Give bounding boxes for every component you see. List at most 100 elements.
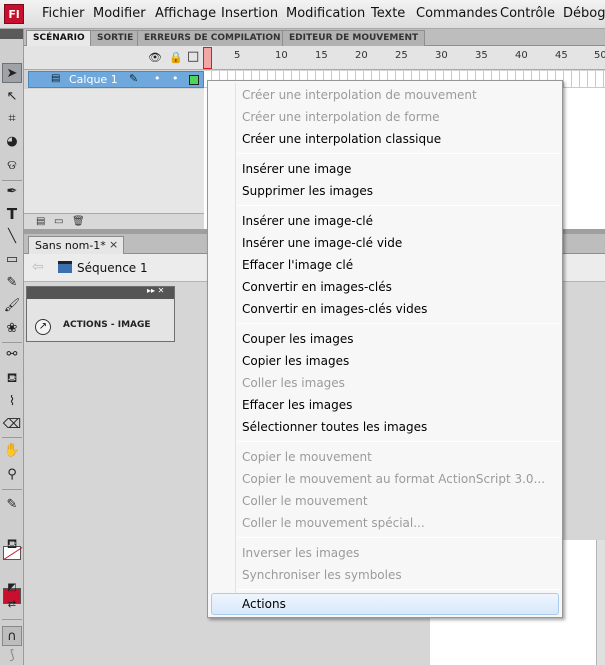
scene-name[interactable]: Séquence 1 xyxy=(77,261,148,275)
text-tool-icon[interactable]: T xyxy=(2,204,22,224)
ruler-tick-label: 30 xyxy=(435,50,448,61)
actions-panel: ▸▸ ✕ ↗ ACTIONS - IMAGE xyxy=(26,286,175,342)
stroke-color-pencil-icon: ✎ xyxy=(6,497,18,512)
outline-square-icon[interactable]: □ xyxy=(187,49,199,64)
selection-tool-icon[interactable]: ➤ xyxy=(2,63,22,83)
back-arrow-icon[interactable]: ⇦ xyxy=(32,259,44,275)
layer-outline-color[interactable] xyxy=(189,75,199,85)
menu-commandes[interactable]: Commandes xyxy=(416,6,498,21)
menu-separator xyxy=(237,205,560,206)
document-tab-label: Sans nom-1* xyxy=(35,239,106,252)
tab-sortie[interactable]: SORTIE xyxy=(90,30,141,46)
timeline-header: 👁 🔒 □ 1 5 10 15 20 25 30 35 40 45 50 xyxy=(24,46,605,70)
document-tab[interactable]: Sans nom-1* × xyxy=(28,236,124,254)
menu-item-copy-motion-as3: Copier le mouvement au format ActionScri… xyxy=(242,472,546,486)
app-logo: Fl xyxy=(4,4,24,24)
layer-name[interactable]: Calque 1 xyxy=(69,73,118,86)
toolbar-divider xyxy=(2,437,22,438)
actions-arrow-icon: ↗ xyxy=(35,319,51,335)
toolbar-divider xyxy=(2,180,22,181)
layers-list xyxy=(24,89,204,213)
menu-item-cut-frames[interactable]: Couper les images xyxy=(242,332,354,346)
menu-item-create-shape-tween: Créer une interpolation de forme xyxy=(242,110,440,124)
lock-icon[interactable]: 🔒 xyxy=(169,51,183,64)
menu-item-insert-blank-keyframe[interactable]: Insérer une image-clé vide xyxy=(242,236,402,250)
menu-modification[interactable]: Modification xyxy=(286,6,365,21)
layer-page-icon: ▤ xyxy=(51,73,61,84)
menu-item-remove-frames[interactable]: Supprimer les images xyxy=(242,184,373,198)
menu-separator xyxy=(237,323,560,324)
menu-item-synchronize-symbols: Synchroniser les symboles xyxy=(242,568,402,582)
ruler-tick-label: 50 xyxy=(594,50,605,61)
toolbar-divider xyxy=(2,619,22,620)
menu-item-paste-motion-special: Coller le mouvement spécial... xyxy=(242,516,425,530)
layer-visibility-dot[interactable]: • xyxy=(154,72,161,85)
swap-colors-icon[interactable]: ⇄ xyxy=(2,595,22,615)
menu-affichage[interactable]: Affichage xyxy=(155,6,216,21)
menu-item-create-classic-tween[interactable]: Créer une interpolation classique xyxy=(242,132,441,146)
actions-panel-header[interactable]: ▸▸ ✕ xyxy=(27,286,174,299)
eraser-tool-icon[interactable]: ⌫ xyxy=(2,415,22,435)
smooth-icon[interactable]: ⟆ xyxy=(2,646,22,665)
close-icon[interactable]: × xyxy=(109,238,118,251)
subselection-tool-icon[interactable]: ↖ xyxy=(2,87,22,107)
deco-tool-icon[interactable]: ❀ xyxy=(2,319,22,339)
menu-item-convert-to-keyframes[interactable]: Convertir en images-clés xyxy=(242,280,392,294)
eyedropper-tool-icon[interactable]: ⌇ xyxy=(2,392,22,412)
actions-panel-label[interactable]: ACTIONS - IMAGE xyxy=(63,320,151,330)
ruler-tick-label: 25 xyxy=(395,50,408,61)
menu-separator xyxy=(237,589,560,590)
show-hide-eye-icon[interactable]: 👁 xyxy=(148,51,162,64)
layer-lock-dot[interactable]: • xyxy=(172,72,179,85)
brush-tool-icon[interactable]: 🖌 xyxy=(2,296,22,316)
frame-context-menu: Créer une interpolation de mouvement Cré… xyxy=(207,80,563,618)
snap-magnet-icon[interactable]: ∩ xyxy=(2,626,22,646)
toolbar-divider xyxy=(2,489,22,490)
menu-separator xyxy=(237,537,560,538)
tab-editeur-mouvement[interactable]: EDITEUR DE MOUVEMENT xyxy=(282,30,426,46)
menu-debogage[interactable]: Débogu xyxy=(563,6,605,21)
menu-insertion[interactable]: Insertion xyxy=(221,6,278,21)
new-layer-icon[interactable]: ▤ xyxy=(36,216,45,227)
menu-item-paste-frames: Coller les images xyxy=(242,376,345,390)
tools-panel-header[interactable] xyxy=(0,29,23,39)
ruler-tick-label: 10 xyxy=(275,50,288,61)
paint-bucket-tool-icon[interactable]: ⛾ xyxy=(2,369,22,389)
scene-clapper-icon xyxy=(58,261,72,273)
delete-layer-icon[interactable]: 🗑 xyxy=(72,216,85,227)
menu-item-convert-to-blank-keyframes[interactable]: Convertir en images-clés vides xyxy=(242,302,427,316)
menu-item-clear-frames[interactable]: Effacer les images xyxy=(242,398,352,412)
tab-scenario[interactable]: SCÉNARIO xyxy=(26,30,92,46)
new-folder-icon[interactable]: ▭ xyxy=(54,216,63,227)
hand-tool-icon[interactable]: ✋ xyxy=(2,441,22,461)
rectangle-tool-icon[interactable]: ▭ xyxy=(2,250,22,270)
free-transform-tool-icon[interactable]: ⌗ xyxy=(2,109,22,129)
lasso-tool-icon[interactable]: ଡ xyxy=(2,156,22,176)
menu-item-actions[interactable]: Actions xyxy=(242,597,286,611)
menu-item-copy-frames[interactable]: Copier les images xyxy=(242,354,349,368)
pen-tool-icon[interactable]: ✒ xyxy=(2,182,22,202)
menu-controle[interactable]: Contrôle xyxy=(500,6,555,21)
layer-edit-pencil-icon: ✎ xyxy=(129,72,139,85)
layer-row[interactable]: ▤ Calque 1 ✎ • • xyxy=(28,71,204,88)
pencil-tool-icon[interactable]: ✎ xyxy=(2,273,22,293)
bone-tool-icon[interactable]: ⚯ xyxy=(2,345,22,365)
stage-scrollbar[interactable] xyxy=(596,540,605,665)
tab-erreurs-compilation[interactable]: ERREURS DE COMPILATION xyxy=(137,30,288,46)
3d-rotation-tool-icon[interactable]: ◕ xyxy=(2,132,22,152)
menu-item-select-all-frames[interactable]: Sélectionner toutes les images xyxy=(242,420,427,434)
menu-item-clear-keyframe[interactable]: Effacer l'image clé xyxy=(242,258,353,272)
menu-item-insert-frame[interactable]: Insérer une image xyxy=(242,162,351,176)
playhead[interactable] xyxy=(203,47,212,69)
ruler-tick-label: 45 xyxy=(555,50,568,61)
fill-color-bucket-icon: ⛾ xyxy=(6,537,18,552)
menu-item-insert-keyframe[interactable]: Insérer une image-clé xyxy=(242,214,373,228)
line-tool-icon[interactable]: ╲ xyxy=(2,227,22,247)
ruler-tick-label: 40 xyxy=(515,50,528,61)
panel-menu-icon[interactable]: ▸▸ ✕ xyxy=(147,286,164,295)
menu-texte[interactable]: Texte xyxy=(371,6,405,21)
timeline-tabbar: SCÉNARIO SORTIE ERREURS DE COMPILATION E… xyxy=(24,29,605,46)
zoom-tool-icon[interactable]: ⚲ xyxy=(2,465,22,485)
menu-modifier[interactable]: Modifier xyxy=(93,6,146,21)
menu-fichier[interactable]: Fichier xyxy=(42,6,85,21)
